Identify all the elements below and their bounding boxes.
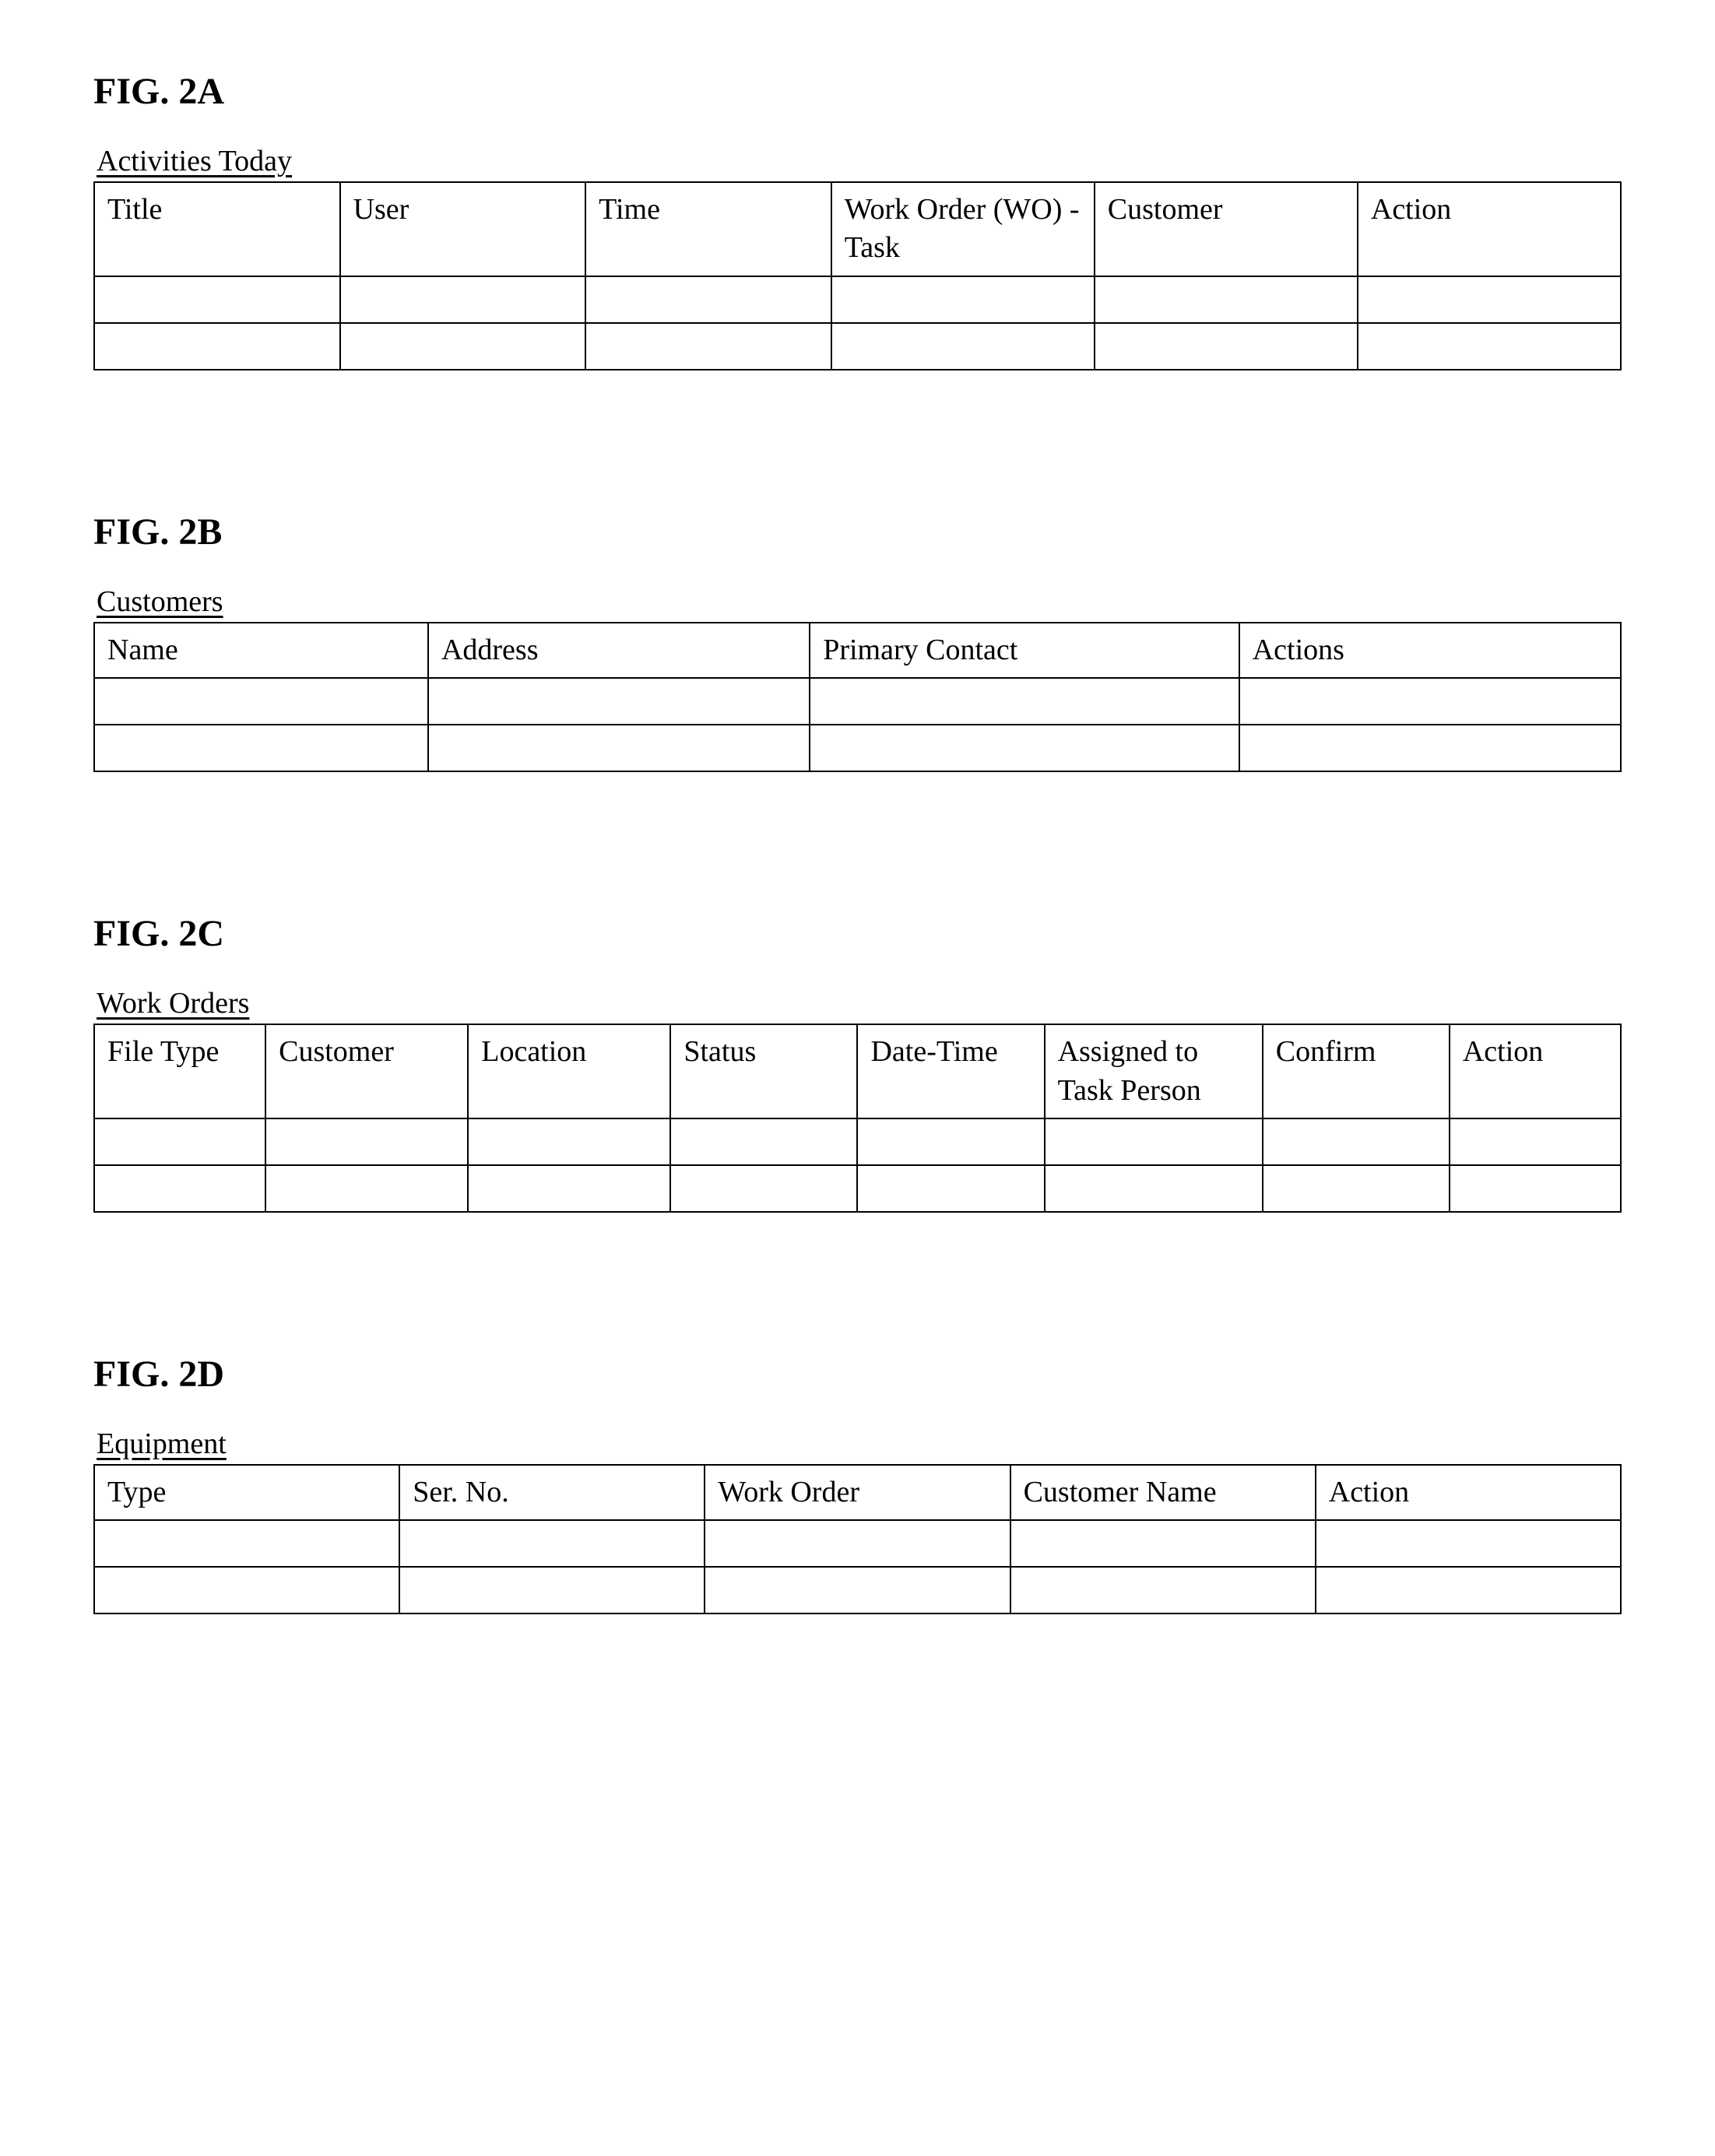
cell bbox=[1358, 323, 1621, 370]
col-time: Time bbox=[585, 182, 831, 276]
figure-label: FIG. 2A bbox=[93, 70, 1622, 113]
figure-label: FIG. 2B bbox=[93, 511, 1622, 553]
cell bbox=[94, 725, 428, 771]
cell bbox=[340, 323, 586, 370]
table-header-row: Type Ser. No. Work Order Customer Name A… bbox=[94, 1465, 1621, 1520]
cell bbox=[1239, 725, 1621, 771]
col-action: Action bbox=[1358, 182, 1621, 276]
col-action: Action bbox=[1450, 1024, 1621, 1118]
cell bbox=[1095, 323, 1358, 370]
cell bbox=[585, 323, 831, 370]
work-orders-table: File Type Customer Location Status Date-… bbox=[93, 1024, 1622, 1213]
cell bbox=[831, 323, 1095, 370]
cell bbox=[1358, 276, 1621, 323]
cell bbox=[670, 1118, 857, 1165]
cell bbox=[1263, 1118, 1450, 1165]
figure-label: FIG. 2D bbox=[93, 1353, 1622, 1396]
col-assigned-to-task-person: Assigned to Task Person bbox=[1045, 1024, 1263, 1118]
cell bbox=[399, 1520, 705, 1567]
activities-today-table: Title User Time Work Order (WO) - Task C… bbox=[93, 181, 1622, 370]
cell bbox=[1095, 276, 1358, 323]
col-customer: Customer bbox=[1095, 182, 1358, 276]
figure-2b: FIG. 2B Customers Name Address Primary C… bbox=[93, 511, 1622, 772]
table-title: Equipment bbox=[97, 1427, 1622, 1461]
cell bbox=[265, 1118, 468, 1165]
col-work-order: Work Order bbox=[705, 1465, 1010, 1520]
col-primary-contact: Primary Contact bbox=[810, 623, 1239, 678]
cell bbox=[94, 1520, 399, 1567]
table-row bbox=[94, 1118, 1621, 1165]
table-header-row: File Type Customer Location Status Date-… bbox=[94, 1024, 1621, 1118]
cell bbox=[94, 678, 428, 725]
cell bbox=[94, 323, 340, 370]
cell bbox=[1010, 1520, 1316, 1567]
cell bbox=[1045, 1118, 1263, 1165]
cell bbox=[340, 276, 586, 323]
table-row bbox=[94, 678, 1621, 725]
cell bbox=[810, 725, 1239, 771]
cell bbox=[670, 1165, 857, 1212]
cell bbox=[94, 1165, 265, 1212]
col-ser-no: Ser. No. bbox=[399, 1465, 705, 1520]
cell bbox=[810, 678, 1239, 725]
cell bbox=[468, 1165, 670, 1212]
figure-label: FIG. 2C bbox=[93, 912, 1622, 955]
col-name: Name bbox=[94, 623, 428, 678]
cell bbox=[705, 1567, 1010, 1613]
cell bbox=[428, 725, 810, 771]
cell bbox=[94, 1118, 265, 1165]
cell bbox=[94, 276, 340, 323]
table-row bbox=[94, 725, 1621, 771]
cell bbox=[1316, 1567, 1621, 1613]
col-work-order-task: Work Order (WO) - Task bbox=[831, 182, 1095, 276]
col-customer-name: Customer Name bbox=[1010, 1465, 1316, 1520]
figure-2a: FIG. 2A Activities Today Title User Time… bbox=[93, 70, 1622, 370]
figure-2c: FIG. 2C Work Orders File Type Customer L… bbox=[93, 912, 1622, 1213]
cell bbox=[857, 1118, 1044, 1165]
col-user: User bbox=[340, 182, 586, 276]
col-title: Title bbox=[94, 182, 340, 276]
col-customer: Customer bbox=[265, 1024, 468, 1118]
cell bbox=[468, 1118, 670, 1165]
col-action: Action bbox=[1316, 1465, 1621, 1520]
customers-table: Name Address Primary Contact Actions bbox=[93, 622, 1622, 772]
table-row bbox=[94, 323, 1621, 370]
cell bbox=[585, 276, 831, 323]
cell bbox=[428, 678, 810, 725]
cell bbox=[399, 1567, 705, 1613]
col-date-time: Date-Time bbox=[857, 1024, 1044, 1118]
table-row bbox=[94, 1165, 1621, 1212]
table-header-row: Title User Time Work Order (WO) - Task C… bbox=[94, 182, 1621, 276]
table-title: Work Orders bbox=[97, 986, 1622, 1020]
cell bbox=[1010, 1567, 1316, 1613]
cell bbox=[831, 276, 1095, 323]
table-row bbox=[94, 1567, 1621, 1613]
cell bbox=[857, 1165, 1044, 1212]
cell bbox=[1239, 678, 1621, 725]
figure-2d: FIG. 2D Equipment Type Ser. No. Work Ord… bbox=[93, 1353, 1622, 1614]
table-header-row: Name Address Primary Contact Actions bbox=[94, 623, 1621, 678]
cell bbox=[1045, 1165, 1263, 1212]
table-title: Customers bbox=[97, 585, 1622, 619]
col-type: Type bbox=[94, 1465, 399, 1520]
cell bbox=[1450, 1118, 1621, 1165]
table-row bbox=[94, 276, 1621, 323]
col-confirm: Confirm bbox=[1263, 1024, 1450, 1118]
cell bbox=[94, 1567, 399, 1613]
cell bbox=[1316, 1520, 1621, 1567]
col-address: Address bbox=[428, 623, 810, 678]
col-file-type: File Type bbox=[94, 1024, 265, 1118]
cell bbox=[265, 1165, 468, 1212]
col-status: Status bbox=[670, 1024, 857, 1118]
cell bbox=[1450, 1165, 1621, 1212]
table-row bbox=[94, 1520, 1621, 1567]
col-actions: Actions bbox=[1239, 623, 1621, 678]
col-location: Location bbox=[468, 1024, 670, 1118]
equipment-table: Type Ser. No. Work Order Customer Name A… bbox=[93, 1464, 1622, 1614]
cell bbox=[1263, 1165, 1450, 1212]
cell bbox=[705, 1520, 1010, 1567]
table-title: Activities Today bbox=[97, 144, 1622, 178]
